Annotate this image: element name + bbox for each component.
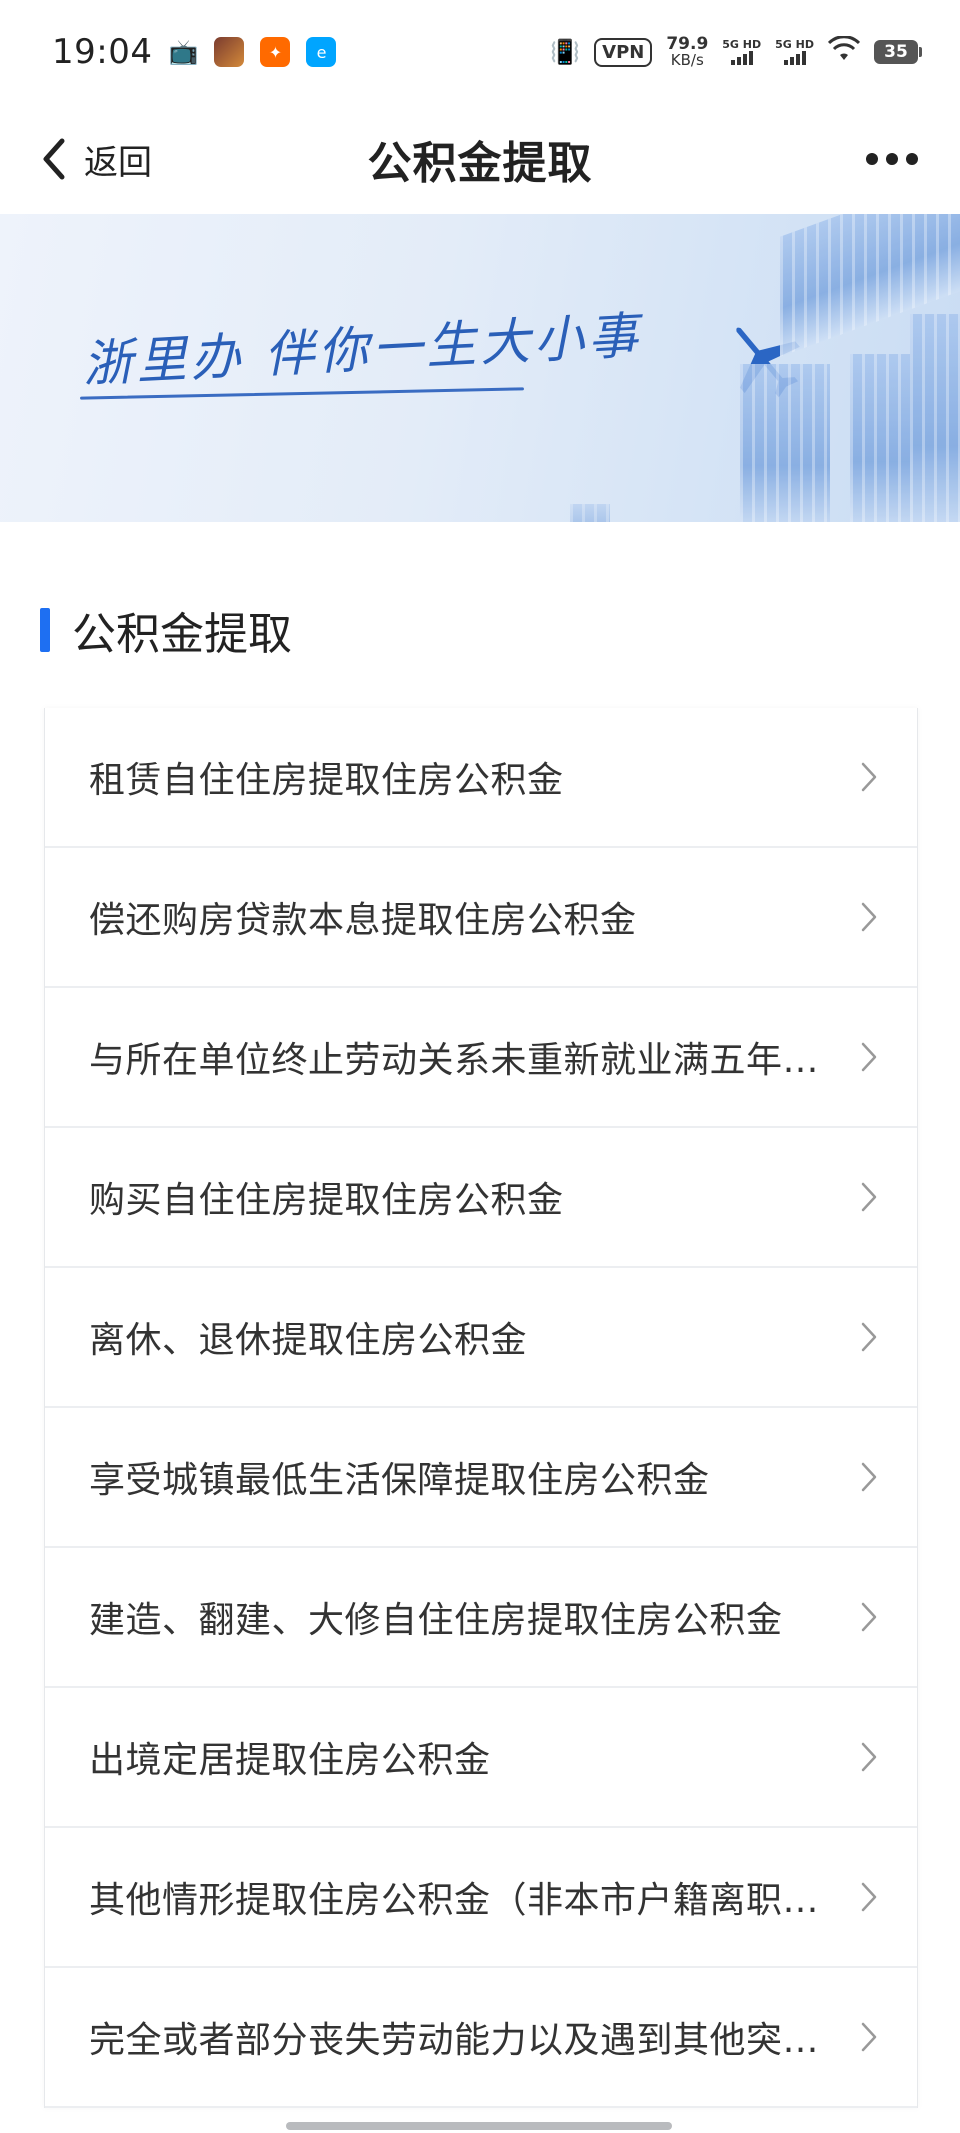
building-decor [910,314,960,522]
section-title: 公积金提取 [72,609,292,660]
list-item-label: 建造、翻建、大修自住住房提取住房公积金 [89,1600,783,1641]
chevron-right-icon [861,902,877,932]
list-item-label: 离休、退休提取住房公积金 [89,1320,528,1361]
list-item[interactable]: 建造、翻建、大修自住住房提取住房公积金 [45,1548,917,1688]
status-time: 19:04 [52,32,153,72]
building-decor [850,354,910,522]
chevron-right-icon [861,1602,877,1632]
screen: 19:04 📺 ✦ e 📳 VPN 79.9 KB/s 5G HD 5G HD [0,0,960,2133]
back-button[interactable]: 返回 [36,104,152,214]
home-indicator[interactable] [286,2122,672,2130]
list-item[interactable]: 完全或者部分丧失劳动能力以及遇到其他突… [45,1968,917,2108]
battery-level: 35 [874,40,918,64]
chevron-right-icon [861,1462,877,1492]
chevron-right-icon [861,1182,877,1212]
list-item-label: 购买自住住房提取住房公积金 [89,1180,564,1221]
chevron-right-icon [861,762,877,792]
vibrate-icon: 📳 [550,38,581,66]
banner-slogan: 浙里办 伴你一生大小事 [81,306,644,394]
chevron-left-icon [43,138,65,180]
chevron-right-icon [861,2022,877,2052]
back-label: 返回 [84,142,152,183]
status-right: 📳 VPN 79.9 KB/s 5G HD 5G HD 35 [550,34,922,69]
blue-app-icon: e [306,37,337,67]
more-dot-icon [886,153,898,165]
list-item-label: 与所在单位终止劳动关系未重新就业满五年… [89,1040,820,1081]
sim2-label: 5G HD [775,38,814,51]
sim1-label: 5G HD [722,38,762,51]
net-speed: 79.9 KB/s [666,34,709,69]
status-bar: 19:04 📺 ✦ e 📳 VPN 79.9 KB/s 5G HD 5G HD [0,0,960,104]
signal-sim2: 5G HD [775,39,814,65]
net-speed-unit: KB/s [670,51,704,69]
banner: 浙里办 伴你一生大小事 [0,214,960,522]
service-list: 租赁自住住房提取住房公积金 偿还购房贷款本息提取住房公积金 与所在单位终止劳动关… [44,708,918,2108]
building-decor [740,364,830,522]
list-item-label: 租赁自住住房提取住房公积金 [89,760,564,801]
more-dot-icon [866,153,878,165]
signal-bars-icon [783,51,806,65]
list-item-label: 享受城镇最低生活保障提取住房公积金 [89,1460,710,1501]
list-item-label: 其他情形提取住房公积金（非本市户籍离职未… [89,1880,845,1921]
net-speed-value: 79.9 [666,34,709,54]
battery-icon: 35 [874,40,922,64]
more-options-button[interactable] [866,104,918,214]
signal-bars-icon [730,51,753,65]
list-item[interactable]: 与所在单位终止劳动关系未重新就业满五年… [45,988,917,1128]
list-item[interactable]: 偿还购房贷款本息提取住房公积金 [45,848,917,988]
tv-icon: 📺 [168,38,199,66]
list-item[interactable]: 享受城镇最低生活保障提取住房公积金 [45,1408,917,1548]
page-title: 公积金提取 [367,138,593,189]
list-item[interactable]: 租赁自住住房提取住房公积金 [45,708,917,848]
list-item-label: 完全或者部分丧失劳动能力以及遇到其他突… [89,2020,820,2061]
section-accent-bar [40,608,50,652]
status-left: 19:04 📺 ✦ e [52,32,337,72]
nav-bar: 返回 公积金提取 [0,104,960,214]
vpn-badge: VPN [594,37,653,67]
chevron-right-icon [861,1042,877,1072]
game-app-icon [214,37,245,67]
more-dot-icon [906,153,918,165]
list-item[interactable]: 购买自住住房提取住房公积金 [45,1128,917,1268]
list-item-label: 偿还购房贷款本息提取住房公积金 [89,900,637,941]
chevron-right-icon [861,1322,877,1352]
chevron-right-icon [861,1882,877,1912]
signal-sim1: 5G HD [722,39,761,65]
orange-app-icon: ✦ [260,37,291,67]
chevron-right-icon [861,1742,877,1772]
list-item[interactable]: 出境定居提取住房公积金 [45,1688,917,1828]
list-item-label: 出境定居提取住房公积金 [89,1740,491,1781]
wifi-icon [827,34,861,69]
building-decor [570,504,610,522]
list-item[interactable]: 其他情形提取住房公积金（非本市户籍离职未… [45,1828,917,1968]
list-item[interactable]: 离休、退休提取住房公积金 [45,1268,917,1408]
section-header: 公积金提取 [40,598,292,662]
